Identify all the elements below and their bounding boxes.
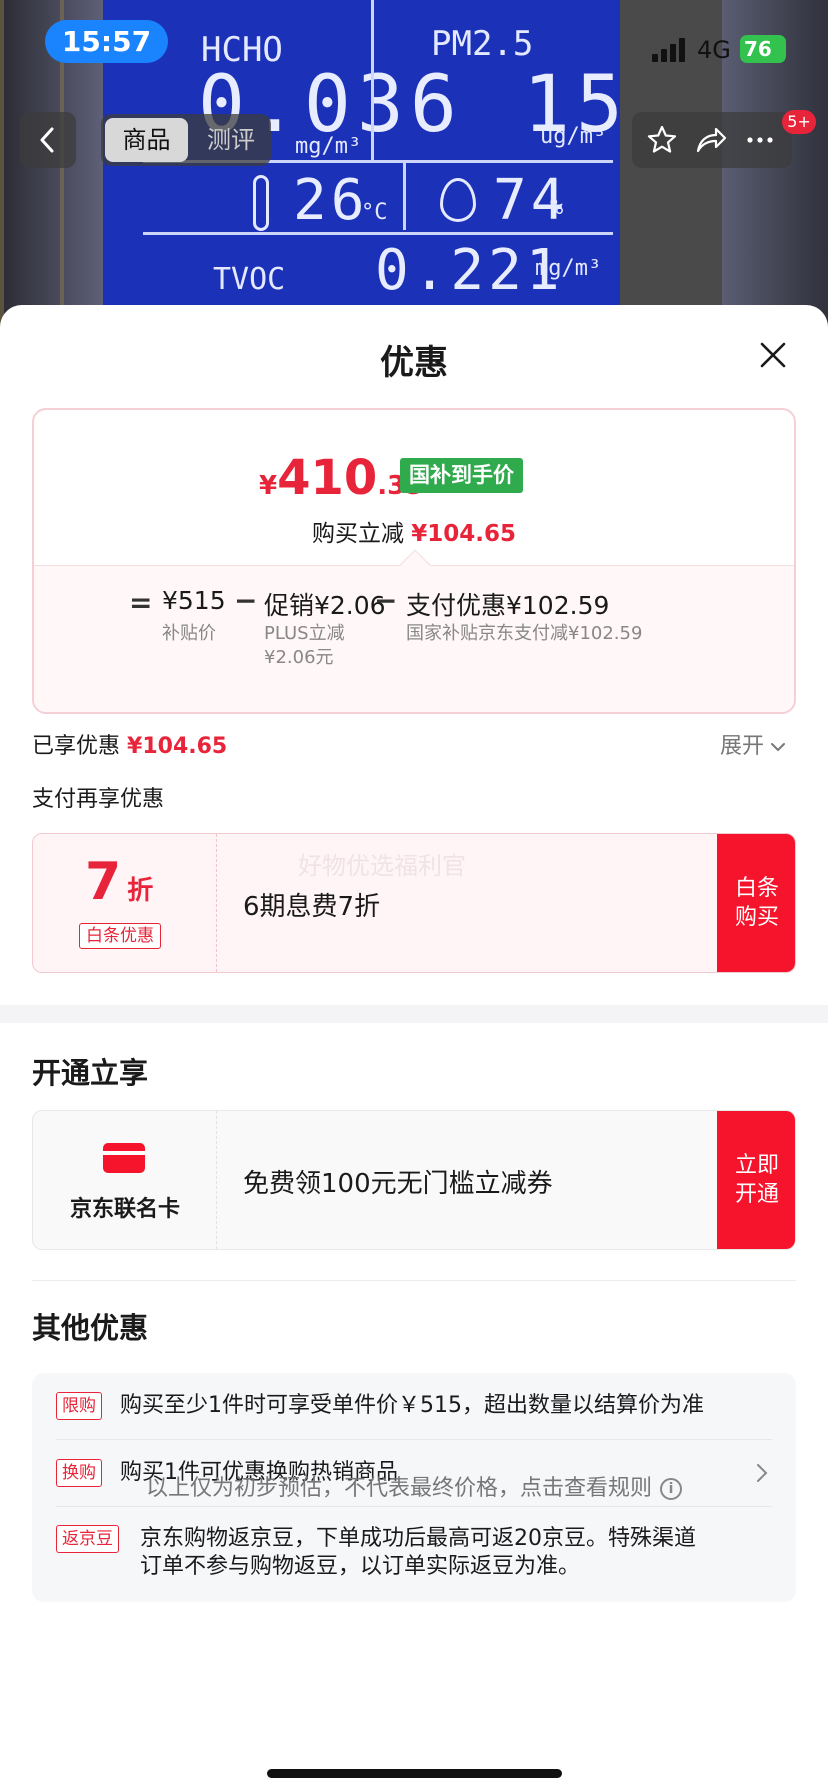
chevron-down-icon [771, 743, 786, 752]
more-icon[interactable] [744, 124, 776, 156]
pay-more-title: 支付再享优惠 [32, 787, 165, 812]
section-divider [0, 1005, 828, 1023]
price-calc-area: = ¥515 补贴价 − 促销¥2.06 PLUS立减 ¥2.06元 − 支付优… [34, 565, 794, 712]
final-price-currency: ¥ [259, 471, 278, 501]
star-icon[interactable] [646, 124, 678, 156]
other-section-title: 其他优惠 [32, 1311, 149, 1345]
humidity-drop-icon [440, 178, 476, 222]
baitiao-buy-label-1: 白条 [734, 876, 779, 901]
equals-sign: = [129, 586, 153, 619]
network-type: 4G [697, 36, 731, 64]
credit-card-icon [103, 1143, 145, 1173]
jingdou-text-2: 订单不参与购物返豆，以订单实际返豆为准。 [140, 1554, 581, 1579]
temperature-unit: °C [361, 200, 388, 225]
promo-label-1: PLUS立减 [264, 623, 345, 644]
cellular-signal-icon [652, 38, 686, 62]
rules-note[interactable]: 以上仅为初步预估，不代表最终价格，点击查看规则 i [0, 1470, 828, 1502]
final-price: ¥410.35 [259, 450, 423, 506]
status-time: 15:57 [45, 20, 168, 63]
card-name: 京东联名卡 [69, 1197, 180, 1222]
home-indicator[interactable] [267, 1769, 562, 1778]
price-breakdown-card: ¥410.35 国补到手价 购买立减 ¥104.65 = ¥515 补贴价 − … [32, 408, 796, 714]
cobrand-card-offer[interactable]: 京东联名卡 免费领100元无门槛立减券 立即 开通 [32, 1110, 796, 1250]
rules-note-text: 以上仅为初步预估，不代表最终价格，点击查看规则 [145, 1476, 652, 1501]
enjoyed-label: 已享优惠 [32, 734, 121, 759]
limit-tag: 限购 [56, 1392, 102, 1420]
jingdou-tag: 返京豆 [56, 1525, 119, 1553]
pay-discount-value: 支付优惠¥102.59 [406, 591, 610, 620]
lcd-divider [143, 232, 613, 235]
discount-rate: 7折 [85, 852, 153, 912]
temperature-value: 26 [293, 168, 369, 233]
promo-value: 促销¥2.06 [264, 591, 386, 620]
national-subsidy-tag: 国补到手价 [400, 458, 523, 493]
reduction-label: 购买立减 [311, 521, 404, 547]
lcd-divider [403, 160, 406, 230]
discount-sheet: 优惠 ¥410.35 国补到手价 购买立减 ¥104.65 = ¥515 补贴价… [0, 305, 828, 1792]
limit-text: 购买至少1件时可享受单件价￥515，超出数量以结算价为准 [120, 1393, 704, 1418]
tvoc-unit: mg/m³ [535, 256, 602, 281]
card-left: 京东联名卡 [33, 1111, 217, 1249]
open-card-label-1: 立即 [734, 1153, 779, 1178]
list-item: 限购 购买至少1件时可享受单件价￥515，超出数量以结算价为准 [32, 1373, 796, 1440]
section-separator [32, 1280, 796, 1281]
discount-number: 7 [85, 852, 122, 912]
nav-actions [632, 112, 792, 168]
tab-product[interactable]: 商品 [105, 118, 188, 162]
baitiao-buy-button[interactable]: 白条 购买 [717, 834, 795, 972]
minus-sign: − [374, 584, 398, 617]
product-nav-bar: 商品 测评 5+ [0, 110, 828, 170]
back-button[interactable] [20, 112, 76, 168]
back-icon [40, 127, 54, 153]
coupon-left: 7折 白条优惠 [33, 834, 217, 972]
tvoc-label: TVOC [213, 262, 286, 297]
minus-sign: − [234, 584, 258, 617]
enjoyed-value: ¥104.65 [127, 734, 228, 759]
baitiao-desc: 6期息费7折 [243, 892, 381, 922]
expand-button[interactable]: 展开 [720, 728, 786, 760]
discount-unit: 折 [127, 876, 154, 906]
card-desc: 免费领100元无门槛立减券 [243, 1169, 553, 1199]
share-icon[interactable] [694, 124, 728, 156]
promo-label-2: ¥2.06元 [264, 647, 334, 668]
list-item: 返京豆 京东购物返京豆，下单成功后最高可返20京豆。特殊渠道 订单不参与购物返豆… [32, 1507, 796, 1602]
reduction-value: ¥104.65 [411, 521, 517, 547]
open-card-button[interactable]: 立即 开通 [717, 1111, 795, 1249]
purchase-reduction: 购买立减 ¥104.65 [34, 514, 794, 548]
baitiao-tag: 白条优惠 [79, 923, 161, 949]
info-icon: i [660, 1478, 682, 1500]
pay-discount-label: 国家补贴京东支付减¥102.59 [406, 623, 643, 644]
expand-label: 展开 [720, 734, 765, 759]
open-card-label-2: 开通 [734, 1182, 779, 1207]
baitiao-buy-label-2: 购买 [734, 905, 779, 930]
message-badge: 5+ [782, 110, 816, 134]
battery-icon: 76 [740, 35, 786, 63]
battery-level: 76 [744, 37, 772, 61]
close-icon[interactable] [753, 335, 793, 375]
final-price-integer: 410 [277, 450, 378, 506]
open-section-title: 开通立享 [32, 1056, 149, 1090]
humidity-unit: % [550, 195, 564, 220]
enjoyed-discount: 已享优惠 ¥104.65 [32, 728, 227, 760]
tab-review[interactable]: 测评 [198, 118, 264, 162]
base-price: ¥515 [162, 586, 226, 615]
product-tabs: 商品 测评 [101, 114, 271, 166]
baitiao-coupon[interactable]: 7折 白条优惠 好物优选福利官 6期息费7折 白条 购买 [32, 833, 796, 973]
sheet-title: 优惠 [380, 343, 448, 383]
thermometer-icon [253, 175, 269, 231]
status-bar: 15:57 4G 76 [0, 0, 828, 88]
base-price-label: 补贴价 [162, 623, 216, 644]
watermark-text: 好物优选福利官 [298, 852, 466, 880]
jingdou-text-1: 京东购物返京豆，下单成功后最高可返20京豆。特殊渠道 [140, 1526, 696, 1551]
